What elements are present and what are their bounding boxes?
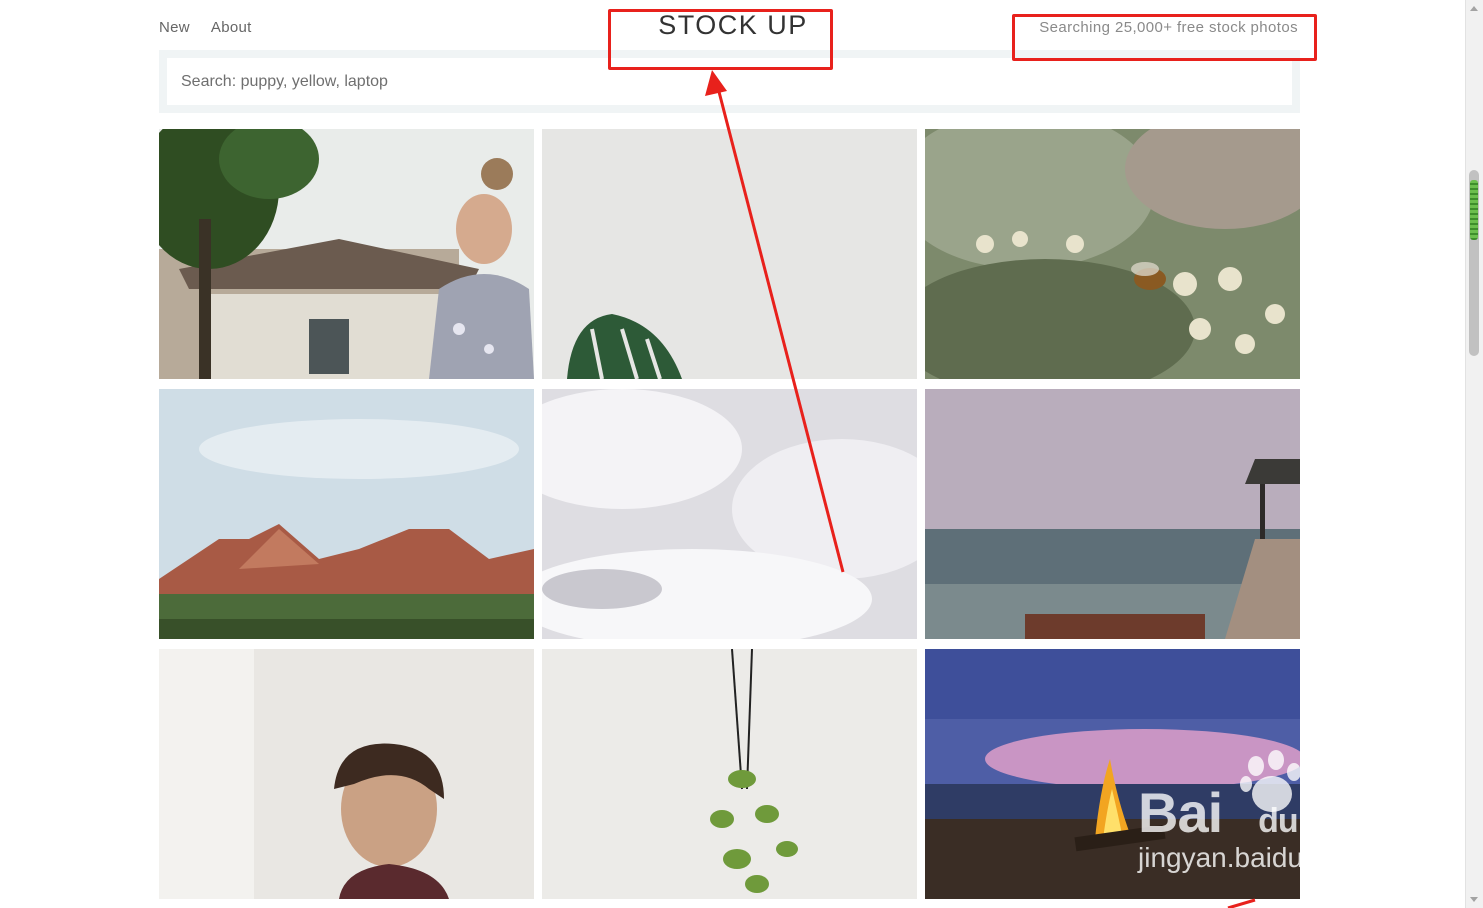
photo-tile[interactable] [542, 129, 917, 379]
photo-tile[interactable] [159, 129, 534, 379]
photo-tile[interactable] [542, 649, 917, 899]
scrollbar-grip [1470, 180, 1478, 240]
scroll-up-arrow-icon[interactable] [1470, 6, 1478, 11]
photo-tile[interactable] [542, 389, 917, 639]
photo-tile[interactable] [159, 649, 534, 899]
photo-grid [159, 129, 1300, 899]
photo-image [925, 129, 1300, 379]
photo-image [159, 129, 534, 379]
photo-tile[interactable] [925, 649, 1300, 899]
photo-image [542, 649, 917, 899]
photo-tile[interactable] [159, 389, 534, 639]
site-tagline: Searching 25,000+ free stock photos [1039, 19, 1298, 36]
photo-tile[interactable] [925, 389, 1300, 639]
photo-image [925, 649, 1300, 899]
search-input[interactable] [167, 58, 1292, 105]
photo-image [542, 389, 917, 639]
scrollbar[interactable] [1465, 0, 1483, 908]
search-bar [159, 50, 1300, 113]
photo-image [542, 129, 917, 379]
photo-image [159, 389, 534, 639]
photo-image [925, 389, 1300, 639]
watermark-cn: 经验 [1306, 798, 1394, 847]
photo-image [159, 649, 534, 899]
scroll-down-arrow-icon[interactable] [1470, 897, 1478, 902]
photo-tile[interactable] [925, 129, 1300, 379]
